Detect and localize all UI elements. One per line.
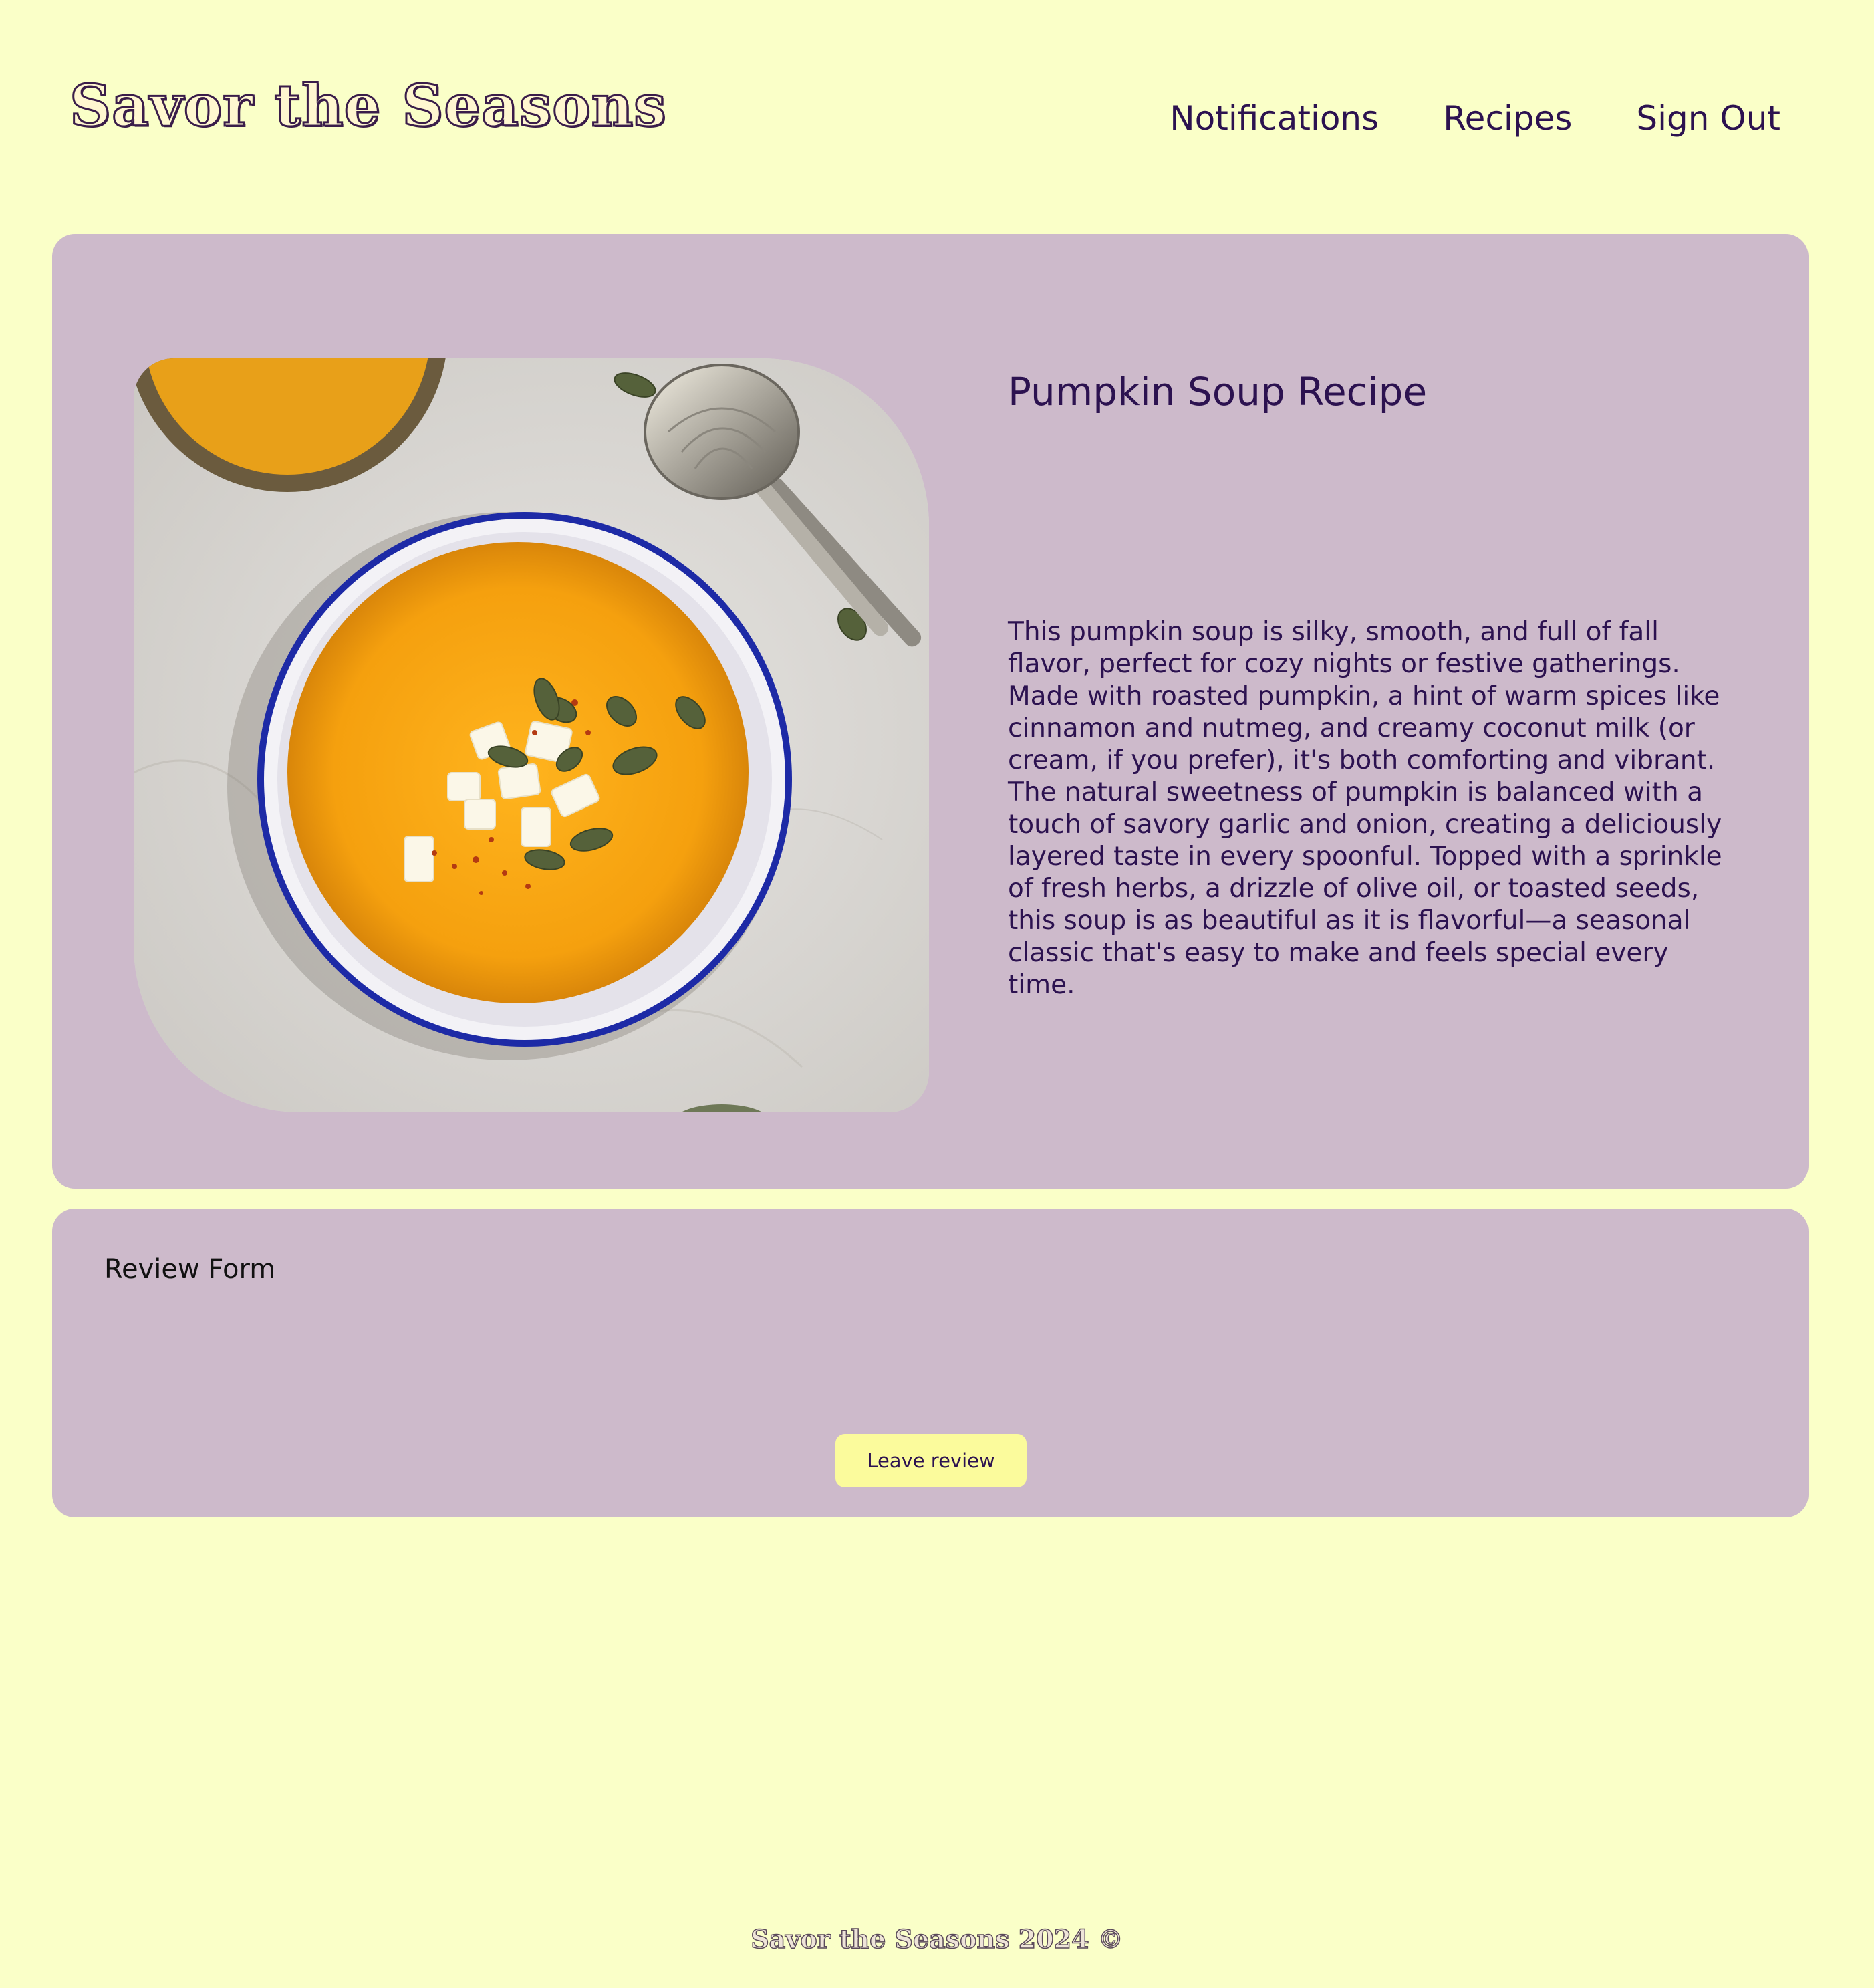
leave-review-button[interactable]: Leave review: [835, 1434, 1027, 1487]
main-nav: Notifications Recipes Sign Out: [1170, 99, 1780, 138]
recipe-description: This pumpkin soup is silky, smooth, and …: [1008, 617, 1722, 1000]
recipe-image: [134, 358, 929, 1112]
review-form: Review Form Leave review: [52, 1209, 1809, 1517]
nav-sign-out[interactable]: Sign Out: [1636, 99, 1780, 138]
review-form-title: Review Form: [104, 1254, 276, 1285]
recipe-card: Pumpkin Soup Recipe This pumpkin soup is…: [52, 234, 1809, 1189]
nav-notifications[interactable]: Notifications: [1170, 99, 1379, 138]
site-footer: Savor the Seasons 2024 ©: [750, 1923, 1123, 1955]
recipe-title: Pumpkin Soup Recipe: [1008, 369, 1428, 414]
brand-logo[interactable]: Savor the Seasons: [69, 72, 668, 141]
nav-recipes[interactable]: Recipes: [1443, 99, 1572, 138]
